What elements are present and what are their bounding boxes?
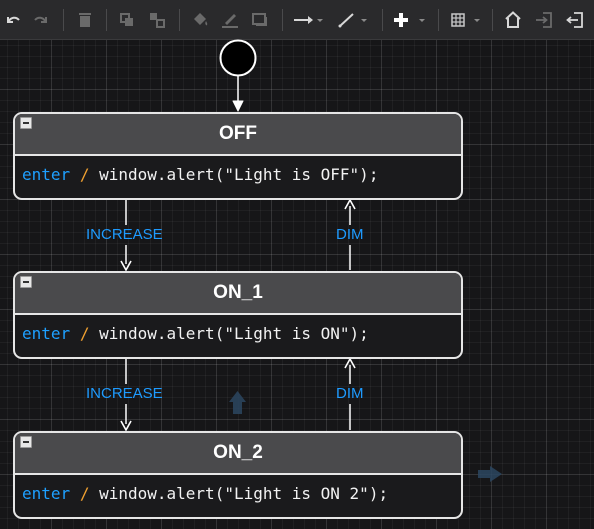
transition-label[interactable]: DIM [336, 385, 364, 402]
state-header: ON_2 [15, 433, 461, 475]
action-code: window.alert("Light is OFF"); [99, 165, 379, 184]
initial-transition[interactable] [232, 76, 244, 112]
transition-label[interactable]: DIM [336, 226, 364, 243]
state-on-1[interactable]: ON_1 enter / window.alert("Light is ON")… [13, 271, 463, 359]
state-off[interactable]: OFF enter / window.alert("Light is OFF")… [13, 112, 463, 200]
transition-label[interactable]: INCREASE [86, 385, 163, 402]
state-entry-action[interactable]: enter / window.alert("Light is ON"); [15, 315, 461, 355]
state-header: ON_1 [15, 273, 461, 315]
transition-label[interactable]: INCREASE [86, 226, 163, 243]
action-code: window.alert("Light is ON"); [99, 324, 369, 343]
state-name: ON_2 [213, 442, 263, 463]
action-separator: / [79, 324, 90, 343]
connect-arrow-up-icon[interactable] [229, 391, 246, 414]
statechart-editor: INCREASE DIM INCREASE DIM OFF enter / wi… [0, 0, 594, 529]
entry-keyword: enter [22, 165, 71, 184]
initial-state[interactable] [219, 39, 257, 77]
state-on-2[interactable]: ON_2 enter / window.alert("Light is ON 2… [13, 431, 463, 519]
state-entry-action[interactable]: enter / window.alert("Light is ON 2"); [15, 475, 461, 515]
state-entry-action[interactable]: enter / window.alert("Light is OFF"); [15, 156, 461, 196]
connect-arrow-right-icon[interactable] [478, 466, 502, 482]
action-separator: / [79, 484, 90, 503]
entry-keyword: enter [22, 484, 71, 503]
action-code: window.alert("Light is ON 2"); [99, 484, 389, 503]
entry-keyword: enter [22, 324, 71, 343]
state-name: OFF [219, 123, 257, 144]
state-name: ON_1 [213, 282, 263, 303]
action-separator: / [79, 165, 90, 184]
state-header: OFF [15, 114, 461, 156]
